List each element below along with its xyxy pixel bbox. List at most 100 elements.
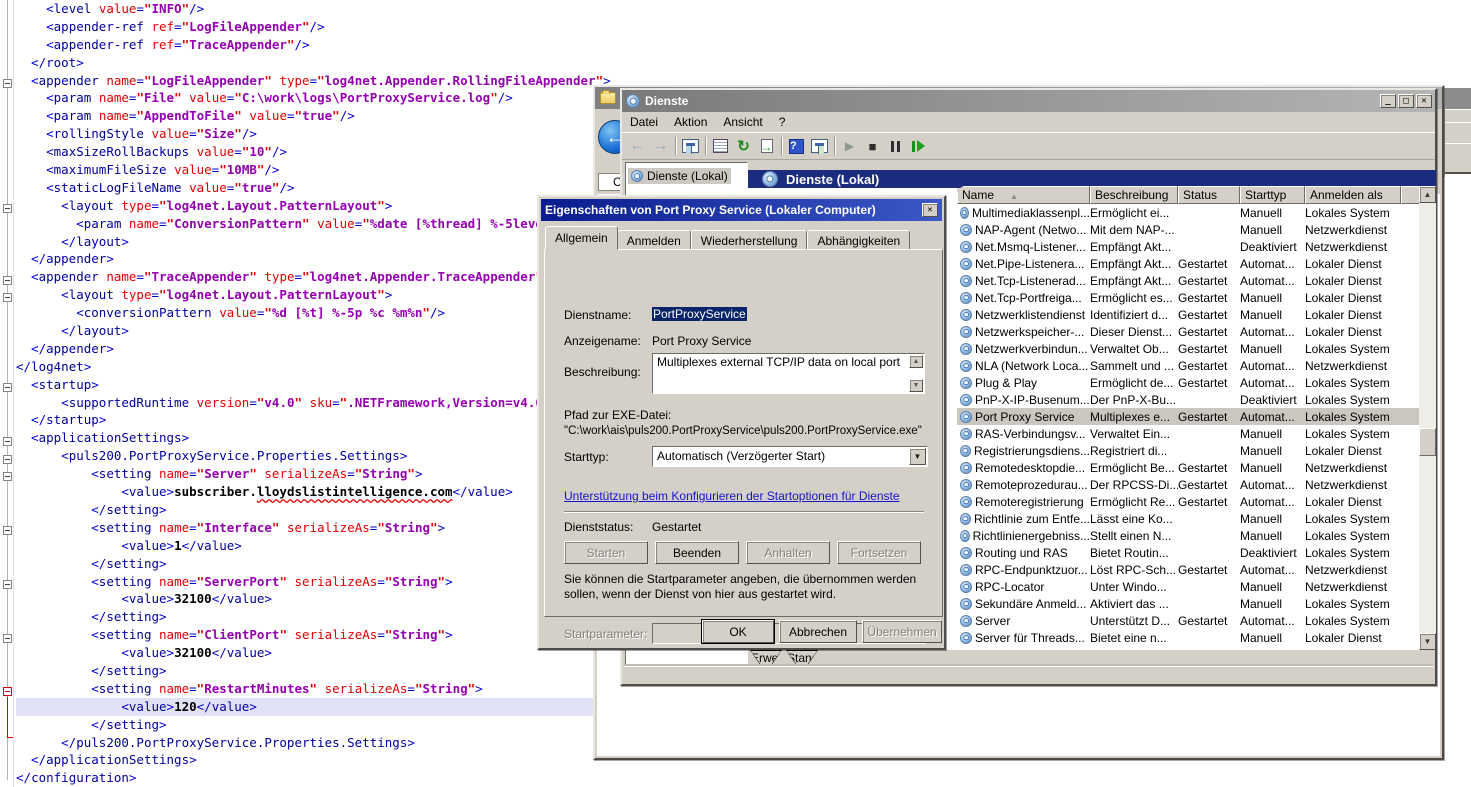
code-line: </puls200.PortProxyService.Properties.Se… xyxy=(16,734,660,752)
service-row[interactable]: RPC-LocatorUnter Windo...ManuellNetzwerk… xyxy=(957,578,1419,595)
service-row[interactable]: Routing und RASBietet Routin...Deaktivie… xyxy=(957,544,1419,561)
startoptionen-help-link[interactable]: Unterstützung beim Konfigurieren der Sta… xyxy=(564,489,900,503)
service-status-cell: Gestartet xyxy=(1178,461,1240,475)
scroll-up-button[interactable]: ▲ xyxy=(1419,186,1436,203)
service-logon-cell: Lokaler Dienst xyxy=(1305,631,1419,645)
ok-button[interactable]: OK xyxy=(702,620,774,643)
back-icon[interactable] xyxy=(626,136,649,157)
code-fold-margin[interactable] xyxy=(0,0,14,787)
fold-toggle[interactable] xyxy=(3,79,12,88)
tab-allgemein[interactable]: Allgemein xyxy=(545,226,618,250)
tree-item-dienste-lokal[interactable]: Dienste (Lokal) xyxy=(628,168,731,184)
forward-icon[interactable] xyxy=(649,136,672,157)
fold-toggle[interactable] xyxy=(3,472,12,481)
service-starttype-cell: Manuell xyxy=(1240,427,1305,441)
service-row[interactable]: RAS-Verbindungsv...Verwaltet Ein...Manue… xyxy=(957,425,1419,442)
refresh-icon[interactable] xyxy=(732,136,755,157)
services-titlebar[interactable]: Dienste _ □ ✕ xyxy=(622,90,1435,112)
fold-toggle[interactable] xyxy=(3,526,12,535)
service-row[interactable]: Netzwerkspeicher-...Dieser Dienst...Gest… xyxy=(957,323,1419,340)
prop-icon[interactable] xyxy=(709,136,732,157)
service-name: Richtlinienergebniss... xyxy=(973,529,1090,543)
maximize-button[interactable]: □ xyxy=(1398,94,1414,108)
restart-icon[interactable] xyxy=(907,136,930,157)
scrollbar-thumb[interactable] xyxy=(1419,428,1436,456)
stop-icon[interactable] xyxy=(861,136,884,157)
service-status-cell: Gestartet xyxy=(1178,274,1240,288)
code-line: <level value="INFO"/> xyxy=(16,0,660,18)
service-row[interactable]: RPC-Endpunktzuor...Löst RPC-Sch...Gestar… xyxy=(957,561,1419,578)
fold-toggle[interactable] xyxy=(3,634,12,643)
menu-item-datei[interactable]: Datei xyxy=(622,113,666,132)
service-name: Server für Threads... xyxy=(975,631,1085,645)
fold-toggle[interactable] xyxy=(3,293,12,302)
service-row[interactable]: Remotedesktopdie...Ermöglicht Be...Gesta… xyxy=(957,459,1419,476)
menu-item-aktion[interactable]: Aktion xyxy=(666,113,715,132)
column-header-status[interactable]: Status xyxy=(1178,186,1240,204)
service-row[interactable]: NetzwerklistendienstIdentifiziert d...Ge… xyxy=(957,306,1419,323)
service-status-cell: Gestartet xyxy=(1178,614,1240,628)
dialog-titlebar[interactable]: Eigenschaften von Port Proxy Service (Lo… xyxy=(541,199,942,221)
beschreibung-field[interactable]: Multiplexes external TCP/IP data on loca… xyxy=(652,353,925,394)
service-row[interactable]: NLA (Network Loca...Sammelt und ...Gesta… xyxy=(957,357,1419,374)
dienstname-value: PortProxyService xyxy=(652,307,747,321)
fold-toggle-current[interactable] xyxy=(3,687,12,696)
fold-toggle[interactable] xyxy=(3,276,12,285)
column-header-starttyp[interactable]: Starttyp xyxy=(1240,186,1305,204)
scroll-down-button[interactable]: ▼ xyxy=(909,379,923,392)
column-header-beschreibung[interactable]: Beschreibung xyxy=(1090,186,1178,204)
close-icon[interactable]: ✕ xyxy=(922,203,938,217)
export-icon[interactable] xyxy=(755,136,778,157)
screen: <level value="INFO"/> <appender-ref ref=… xyxy=(0,0,1471,787)
service-row[interactable]: Net.Msmq-Listener...Empfängt Akt...Deakt… xyxy=(957,238,1419,255)
tab-wiederherstellung[interactable]: Wiederherstellung xyxy=(691,230,808,250)
fold-toggle[interactable] xyxy=(3,437,12,446)
abbrechen-button[interactable]: Abbrechen xyxy=(779,620,857,643)
address-bar[interactable]: C xyxy=(598,173,622,191)
tab-erweitert[interactable]: Erweitert xyxy=(750,650,782,666)
menu-item-?[interactable]: ? xyxy=(771,113,794,132)
service-row[interactable]: Server für Threads...Bietet eine n...Man… xyxy=(957,629,1419,646)
service-row[interactable]: NAP-Agent (Netwo...Mit dem NAP-...Manuel… xyxy=(957,221,1419,238)
tab-anmelden[interactable]: Anmelden xyxy=(617,230,691,250)
service-row[interactable]: Remoteprozedurau...Der RPCSS-Di...Gestar… xyxy=(957,476,1419,493)
service-row[interactable]: ServerUnterstützt D...GestartetAutomat..… xyxy=(957,612,1419,629)
service-row[interactable]: Net.Tcp-Portfreiga...Ermöglicht es...Ges… xyxy=(957,289,1419,306)
service-row[interactable]: Net.Tcp-Listenerad...Empfängt Akt...Gest… xyxy=(957,272,1419,289)
tab-label: Erweitert xyxy=(751,651,781,665)
service-row[interactable]: Net.Pipe-Listenera...Empfängt Akt...Gest… xyxy=(957,255,1419,272)
service-row[interactable]: Richtlinienergebniss...Stellt einen N...… xyxy=(957,527,1419,544)
tree-icon[interactable] xyxy=(679,136,702,157)
service-row[interactable]: Plug & PlayErmöglicht de...GestartetAuto… xyxy=(957,374,1419,391)
tab-standard[interactable]: Standard xyxy=(786,650,818,666)
service-gear-icon xyxy=(960,479,972,491)
tab-abhngigkeiten[interactable]: Abhängigkeiten xyxy=(807,230,910,250)
fold-toggle[interactable] xyxy=(3,204,12,213)
service-row[interactable]: Sekundäre Anmeld...Aktiviert das ...Manu… xyxy=(957,595,1419,612)
play-icon[interactable] xyxy=(838,136,861,157)
pane-icon[interactable] xyxy=(808,136,831,157)
service-row[interactable]: PnP-X-IP-Busenum...Der PnP-X-Bu...Deakti… xyxy=(957,391,1419,408)
fold-toggle[interactable] xyxy=(3,455,12,464)
help-icon[interactable]: ? xyxy=(785,136,808,157)
pause-icon[interactable] xyxy=(884,136,907,157)
minimize-button[interactable]: _ xyxy=(1380,94,1396,108)
service-row[interactable]: Richtlinie zum Entfe...Lässt eine Ko...M… xyxy=(957,510,1419,527)
service-row[interactable]: Netzwerkverbindun...Verwaltet Ob...Gesta… xyxy=(957,340,1419,357)
column-header-anmelden-als[interactable]: Anmelden als xyxy=(1305,186,1401,204)
service-row[interactable]: Registrierungsdiens...Registriert di...M… xyxy=(957,442,1419,459)
scroll-up-button[interactable]: ▲ xyxy=(909,355,923,368)
service-row[interactable]: Port Proxy ServiceMultiplexes e...Gestar… xyxy=(957,408,1419,425)
scroll-down-button[interactable]: ▼ xyxy=(1419,633,1436,650)
column-header-name[interactable]: Name▲ xyxy=(957,186,1090,204)
menu-item-ansicht[interactable]: Ansicht xyxy=(715,113,770,132)
chevron-down-icon[interactable]: ▼ xyxy=(909,448,926,465)
fold-toggle[interactable] xyxy=(3,580,12,589)
service-row[interactable]: RemoteregistrierungErmöglicht Re...Gesta… xyxy=(957,493,1419,510)
service-row[interactable]: Multimediaklassenpl...Ermöglicht ei...Ma… xyxy=(957,204,1419,221)
starttyp-select[interactable]: Automatisch (Verzögerter Start) ▼ xyxy=(652,446,928,467)
beenden-button[interactable]: Beenden xyxy=(655,541,739,564)
close-button[interactable]: ✕ xyxy=(1416,94,1432,108)
vertical-scrollbar[interactable]: ▲ ▼ xyxy=(1419,186,1436,650)
fold-toggle[interactable] xyxy=(3,383,12,392)
